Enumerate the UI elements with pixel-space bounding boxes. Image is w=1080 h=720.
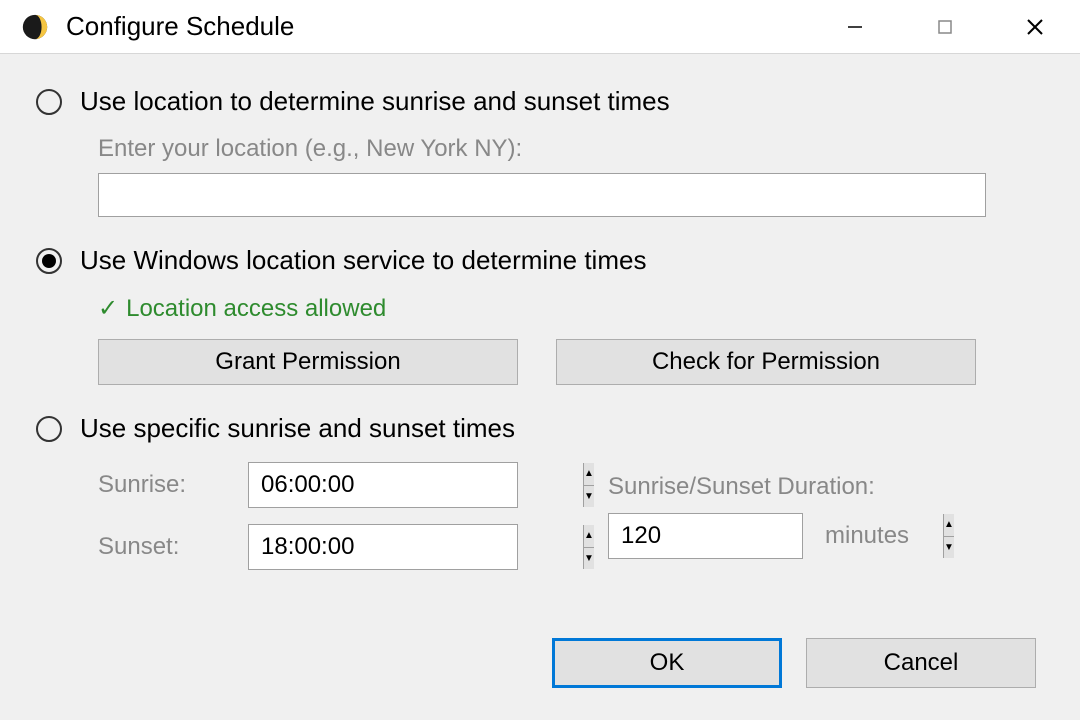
- minimize-button[interactable]: [810, 0, 900, 53]
- duration-unit: minutes: [825, 522, 909, 550]
- status-text-label: Location access allowed: [126, 295, 386, 323]
- windows-service-subcontent: ✓ Location access allowed Grant Permissi…: [98, 294, 1044, 385]
- window-controls: [810, 0, 1080, 53]
- radio-windows-service[interactable]: [36, 248, 62, 274]
- dialog-content: Use location to determine sunrise and su…: [0, 54, 1080, 720]
- specific-subcontent: Sunrise: ▲ ▼ Sunrise/Sunset Duration:: [98, 462, 1044, 570]
- sunrise-spinner[interactable]: ▲ ▼: [248, 462, 518, 508]
- dialog-footer: OK Cancel: [36, 638, 1044, 696]
- ok-button[interactable]: OK: [552, 638, 782, 688]
- radio-row-windows-service: Use Windows location service to determin…: [36, 245, 1044, 276]
- option-windows-service: Use Windows location service to determin…: [36, 245, 1044, 385]
- close-button[interactable]: [990, 0, 1080, 53]
- maximize-button[interactable]: [900, 0, 990, 53]
- time-grid: Sunrise: ▲ ▼ Sunrise/Sunset Duration:: [98, 462, 1044, 570]
- location-field-label: Enter your location (e.g., New York NY):: [98, 135, 1044, 163]
- sunrise-input[interactable]: [249, 463, 583, 507]
- duration-section: Sunrise/Sunset Duration: ▲ ▼ minutes: [538, 473, 1044, 559]
- sunrise-label: Sunrise:: [98, 471, 238, 499]
- radio-label-location: Use location to determine sunrise and su…: [80, 86, 670, 117]
- radio-use-location[interactable]: [36, 89, 62, 115]
- duration-spinner[interactable]: ▲ ▼: [608, 513, 803, 559]
- check-permission-button[interactable]: Check for Permission: [556, 339, 976, 385]
- location-input[interactable]: [98, 173, 986, 217]
- location-subcontent: Enter your location (e.g., New York NY):: [98, 135, 1044, 217]
- sunset-spinner[interactable]: ▲ ▼: [248, 524, 518, 570]
- sunset-down-button[interactable]: ▼: [584, 548, 594, 570]
- sunset-input[interactable]: [249, 525, 583, 569]
- location-access-status: ✓ Location access allowed: [98, 294, 1044, 323]
- grant-permission-button[interactable]: Grant Permission: [98, 339, 518, 385]
- radio-label-specific: Use specific sunrise and sunset times: [80, 413, 515, 444]
- check-icon: ✓: [98, 294, 118, 323]
- window-title: Configure Schedule: [66, 11, 810, 42]
- duration-spinner-controls: ▲ ▼: [943, 514, 954, 558]
- option-specific-times: Use specific sunrise and sunset times Su…: [36, 413, 1044, 570]
- configure-schedule-dialog: Configure Schedule Use location to deter…: [0, 0, 1080, 720]
- radio-row-specific: Use specific sunrise and sunset times: [36, 413, 1044, 444]
- radio-specific-times[interactable]: [36, 416, 62, 442]
- option-use-location: Use location to determine sunrise and su…: [36, 86, 1044, 217]
- cancel-button[interactable]: Cancel: [806, 638, 1036, 688]
- radio-label-windows-service: Use Windows location service to determin…: [80, 245, 646, 276]
- duration-up-button[interactable]: ▲: [944, 514, 954, 537]
- duration-down-button[interactable]: ▼: [944, 537, 954, 559]
- sunset-label: Sunset:: [98, 533, 238, 561]
- sunset-spinner-controls: ▲ ▼: [583, 525, 594, 569]
- duration-label: Sunrise/Sunset Duration:: [608, 473, 1044, 501]
- sunset-up-button[interactable]: ▲: [584, 525, 594, 548]
- app-icon: [20, 12, 50, 42]
- permission-button-row: Grant Permission Check for Permission: [98, 339, 1044, 385]
- duration-row: ▲ ▼ minutes: [608, 513, 1044, 559]
- titlebar: Configure Schedule: [0, 0, 1080, 54]
- radio-row-location: Use location to determine sunrise and su…: [36, 86, 1044, 117]
